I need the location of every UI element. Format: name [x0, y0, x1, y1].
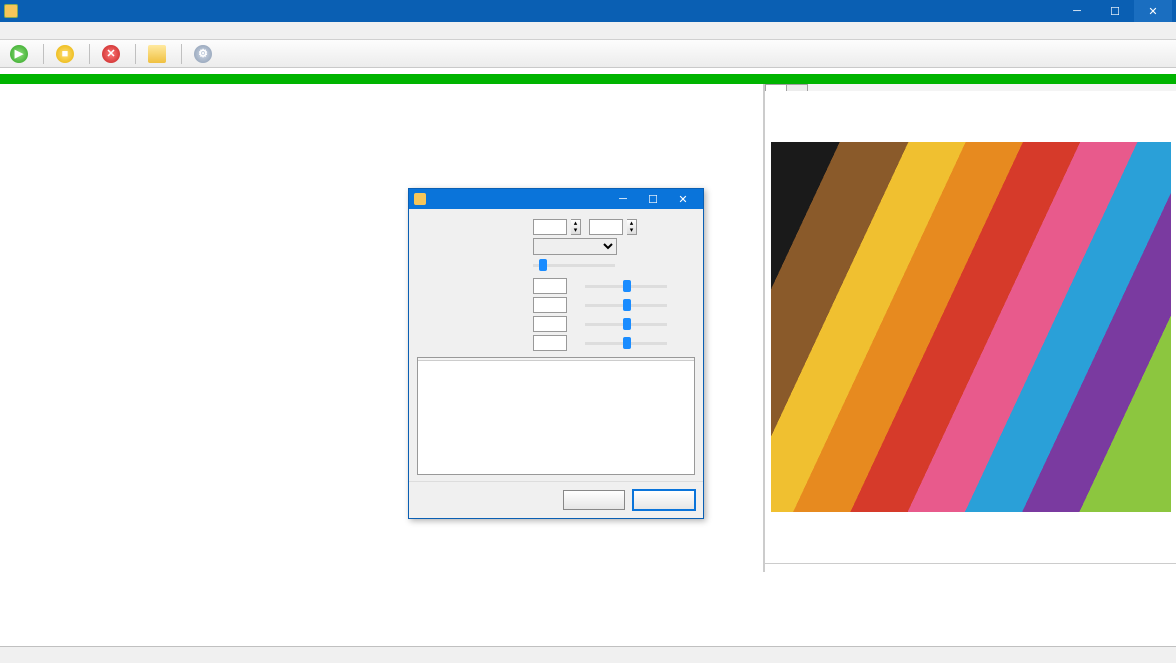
right-panel	[764, 84, 1176, 572]
menu-help[interactable]	[36, 29, 52, 33]
stop-button[interactable]: ■	[49, 42, 84, 66]
maximize-button[interactable]: ☐	[1096, 0, 1134, 22]
start-button[interactable]: ▶	[3, 42, 38, 66]
separator	[89, 44, 90, 64]
separator	[43, 44, 44, 64]
separator	[181, 44, 182, 64]
open-folder-button[interactable]	[141, 42, 176, 66]
statusbar	[0, 646, 1176, 663]
col-extension[interactable]	[418, 358, 488, 361]
tab-preview[interactable]	[765, 84, 787, 91]
spinner-icon[interactable]: ▴▾	[627, 219, 637, 235]
col-description[interactable]	[488, 358, 694, 361]
spinner-icon[interactable]: ▴▾	[571, 219, 581, 235]
dialog-titlebar[interactable]: ─ ☐ ✕	[409, 189, 703, 209]
toolbar: ▶ ■ ✕ ⚙	[0, 40, 1176, 68]
red-input[interactable]	[533, 297, 567, 313]
titlebar: ─ ☐ ✕	[0, 0, 1176, 22]
cancel-button[interactable]	[633, 490, 695, 510]
ok-button[interactable]	[563, 490, 625, 510]
dialog-minimize-button[interactable]: ─	[608, 193, 638, 205]
filetypes-table[interactable]	[417, 357, 695, 475]
resampler-select[interactable]	[533, 238, 617, 255]
stop-icon: ■	[56, 45, 74, 63]
preview-tabs	[765, 84, 1176, 91]
menu-file[interactable]	[4, 29, 20, 33]
alpha-input[interactable]	[533, 278, 567, 294]
dialog-close-button[interactable]: ✕	[668, 193, 698, 206]
allowed-diff-slider[interactable]	[533, 258, 615, 272]
resample-width-input[interactable]	[533, 219, 567, 235]
separator	[135, 44, 136, 64]
green-input[interactable]	[533, 316, 567, 332]
picture-info	[765, 563, 1176, 572]
resample-height-input[interactable]	[589, 219, 623, 235]
delete-button[interactable]: ✕	[95, 42, 130, 66]
dialog-maximize-button[interactable]: ☐	[638, 193, 668, 206]
gear-icon: ⚙	[194, 45, 212, 63]
app-icon	[4, 4, 18, 18]
alpha-slider[interactable]	[585, 279, 667, 293]
settings-button[interactable]: ⚙	[187, 42, 222, 66]
preview-image	[771, 142, 1171, 512]
menu-options[interactable]	[20, 29, 36, 33]
settings-dialog: ─ ☐ ✕ ▴▾ ▴▾	[408, 188, 704, 519]
close-button[interactable]: ✕	[1134, 0, 1172, 22]
minimize-button[interactable]: ─	[1058, 0, 1096, 22]
blue-input[interactable]	[533, 335, 567, 351]
menubar	[0, 22, 1176, 40]
progress-bar	[0, 74, 1176, 84]
tab-exif[interactable]	[786, 84, 808, 91]
dialog-icon	[414, 193, 426, 205]
delete-icon: ✕	[102, 45, 120, 63]
red-slider[interactable]	[585, 298, 667, 312]
green-slider[interactable]	[585, 317, 667, 331]
blue-slider[interactable]	[585, 336, 667, 350]
preview-area	[765, 91, 1176, 563]
play-icon: ▶	[10, 45, 28, 63]
folder-icon	[148, 45, 166, 63]
